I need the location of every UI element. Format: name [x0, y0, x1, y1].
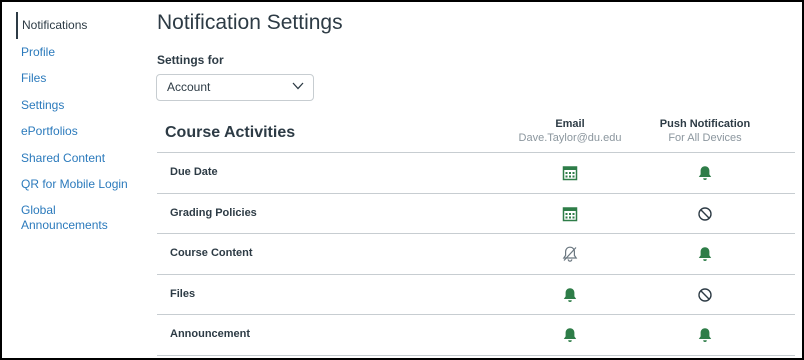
column-header-email: Email Dave.Taylor@du.edu [500, 118, 640, 144]
app-frame: Notifications Profile Files Settings ePo… [0, 0, 804, 360]
column-subtitle-push: For All Devices [668, 132, 742, 144]
sidebar-item-notifications[interactable]: Notifications [16, 12, 136, 39]
bell-icon[interactable] [695, 163, 715, 183]
settings-for-label: Settings for [157, 53, 224, 67]
table-row: Announcement [157, 315, 795, 356]
sidebar-nav: Notifications Profile Files Settings ePo… [16, 12, 136, 233]
sidebar-item-profile[interactable]: Profile [16, 39, 136, 66]
bell-off-icon[interactable] [560, 244, 580, 264]
chevron-down-icon [292, 82, 304, 90]
row-label: Course Content [170, 247, 253, 259]
row-label: Announcement [170, 328, 251, 340]
sidebar-item-shared-content[interactable]: Shared Content [16, 145, 136, 172]
table-row: Files [157, 275, 795, 315]
bell-icon[interactable] [560, 325, 580, 345]
settings-for-value: Account [167, 80, 211, 94]
sidebar-item-settings[interactable]: Settings [16, 92, 136, 119]
disabled-icon[interactable] [695, 204, 715, 224]
sidebar-item-qr-mobile-login[interactable]: QR for Mobile Login [16, 171, 136, 198]
column-header-push: Push Notification For All Devices [635, 118, 775, 144]
table-row: Course Content [157, 234, 795, 275]
bell-icon[interactable] [695, 325, 715, 345]
column-subtitle-email: Dave.Taylor@du.edu [518, 132, 622, 144]
activity-rows: Due Date Grading Policies Course Content Fi… [157, 153, 795, 356]
column-title-email: Email [555, 118, 585, 130]
section-title: Course Activities [165, 124, 296, 141]
disabled-icon[interactable] [695, 285, 715, 305]
table-row: Grading Policies [157, 194, 795, 234]
column-title-push: Push Notification [659, 118, 751, 130]
row-label: Due Date [170, 166, 218, 178]
bell-icon[interactable] [695, 244, 715, 264]
row-label: Files [170, 287, 196, 300]
sidebar-item-global-announcements[interactable]: Global Announcements [16, 198, 111, 233]
sidebar-item-eportfolios[interactable]: ePortfolios [16, 118, 136, 145]
bell-icon[interactable] [560, 285, 580, 305]
page-title: Notification Settings [157, 11, 343, 34]
sidebar-item-files[interactable]: Files [16, 65, 136, 92]
calendar-icon[interactable] [560, 163, 580, 183]
table-row: Due Date [157, 153, 795, 194]
settings-for-select[interactable]: Account [156, 74, 314, 101]
table-header: Course Activities Email Dave.Taylor@du.e… [157, 114, 795, 153]
row-label: Grading Policies [170, 206, 257, 219]
calendar-icon[interactable] [560, 204, 580, 224]
